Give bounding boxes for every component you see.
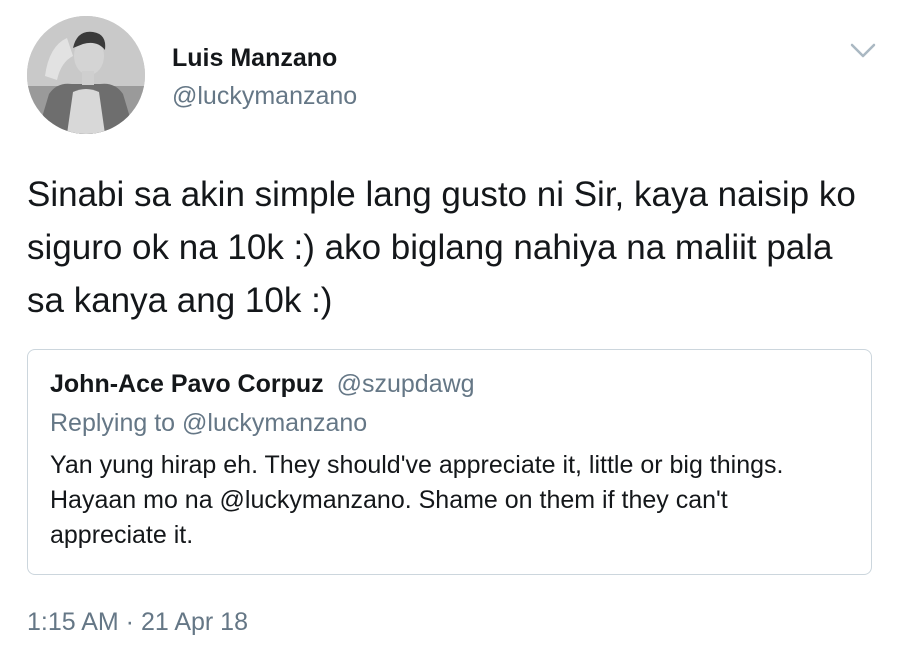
- tweet-author[interactable]: Luis Manzano @luckymanzano: [172, 42, 357, 112]
- quoted-tweet-text: Yan yung hirap eh. They should've apprec…: [50, 451, 784, 549]
- quoted-author-handle: @szupdawg: [336, 370, 475, 398]
- quoted-tweet-header: John-Ace Pavo Corpuz @szupdawg: [50, 368, 475, 400]
- author-name[interactable]: Luis Manzano: [172, 42, 357, 74]
- tweet-timestamp[interactable]: 1:15 AM · 21 Apr 18: [27, 606, 248, 638]
- tweet-text: Sinabi sa akin simple lang gusto ni Sir,…: [27, 175, 856, 320]
- quoted-tweet[interactable]: John-Ace Pavo Corpuz @szupdawg Replying …: [27, 349, 872, 575]
- replying-to: Replying to @luckymanzano: [50, 409, 368, 437]
- chevron-down-icon[interactable]: [848, 38, 878, 62]
- avatar[interactable]: [27, 16, 145, 134]
- quoted-author-name: John-Ace Pavo Corpuz: [50, 370, 324, 398]
- author-handle[interactable]: @luckymanzano: [172, 80, 357, 112]
